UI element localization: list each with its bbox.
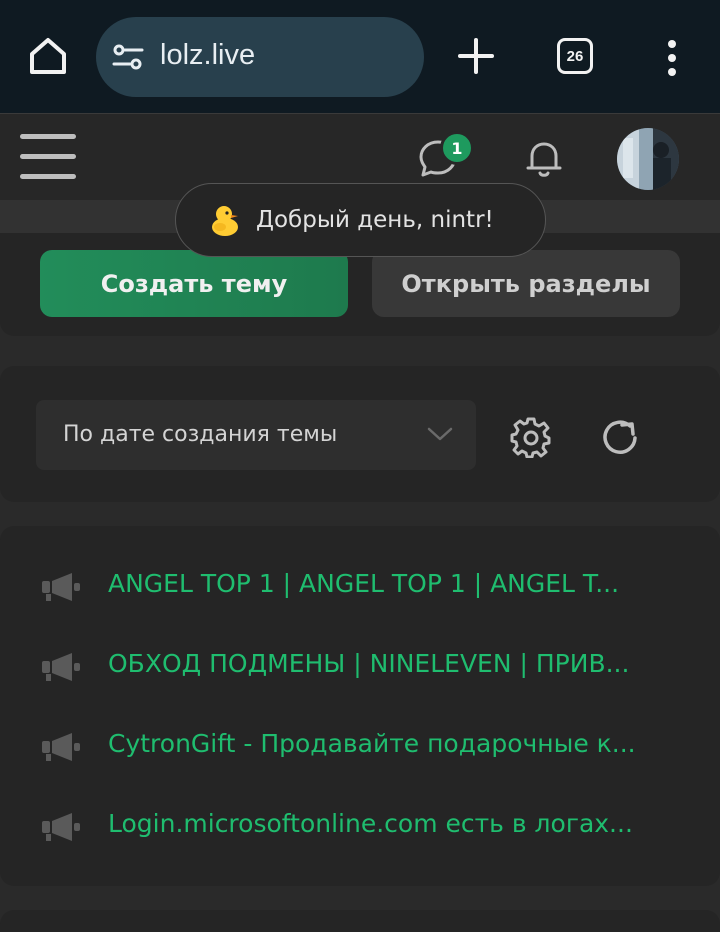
browser-toolbar: lolz.live 26 (0, 0, 720, 113)
list-item[interactable]: ANGEL TOP 1 | ANGEL TOP 1 | ANGEL T... (0, 556, 720, 616)
gear-icon[interactable] (510, 416, 552, 458)
avatar[interactable] (617, 128, 679, 190)
tab-switcher-button[interactable]: 26 (557, 38, 593, 74)
open-sections-button[interactable]: Открыть разделы (372, 250, 680, 317)
more-vert-icon[interactable] (660, 38, 684, 78)
home-icon[interactable] (24, 32, 72, 80)
site-settings-icon[interactable] (112, 43, 144, 71)
thread-title[interactable]: ANGEL TOP 1 | ANGEL TOP 1 | ANGEL T... (108, 569, 680, 598)
next-panel (0, 910, 720, 932)
bell-icon[interactable] (522, 136, 566, 180)
refresh-icon[interactable] (597, 414, 643, 460)
sort-panel: По дате создания темы (0, 366, 720, 502)
chevron-down-icon[interactable] (426, 424, 454, 444)
sort-select[interactable]: По дате создания темы (36, 400, 476, 470)
megaphone-icon (42, 573, 80, 601)
chat-badge[interactable]: 1 (440, 131, 474, 165)
threads-panel: ANGEL TOP 1 | ANGEL TOP 1 | ANGEL T... О… (0, 526, 720, 886)
thread-title[interactable]: ОБХОД ПОДМЕНЫ | NINELEVEN | ПРИВ... (108, 649, 680, 678)
sort-selected-value[interactable]: По дате создания темы (63, 422, 337, 447)
hamburger-icon[interactable] (20, 134, 76, 180)
thread-title[interactable]: Login.microsoftonline.com есть в логах..… (108, 809, 680, 838)
address-bar[interactable]: lolz.live (96, 17, 424, 97)
megaphone-icon (42, 813, 80, 841)
create-thread-button[interactable]: Создать тему (40, 250, 348, 317)
url-text[interactable]: lolz.live (160, 39, 255, 72)
megaphone-icon (42, 733, 80, 761)
greeting-text: Добрый день, nintr! (256, 207, 494, 233)
duck-icon (212, 206, 238, 236)
greeting-tooltip: Добрый день, nintr! (175, 183, 546, 257)
list-item[interactable]: Login.microsoftonline.com есть в логах..… (0, 796, 720, 856)
thread-title[interactable]: CytronGift - Продавайте подарочные к... (108, 729, 680, 758)
new-tab-icon[interactable] (456, 36, 496, 76)
list-item[interactable]: CytronGift - Продавайте подарочные к... (0, 716, 720, 776)
list-item[interactable]: ОБХОД ПОДМЕНЫ | NINELEVEN | ПРИВ... (0, 636, 720, 696)
megaphone-icon (42, 653, 80, 681)
